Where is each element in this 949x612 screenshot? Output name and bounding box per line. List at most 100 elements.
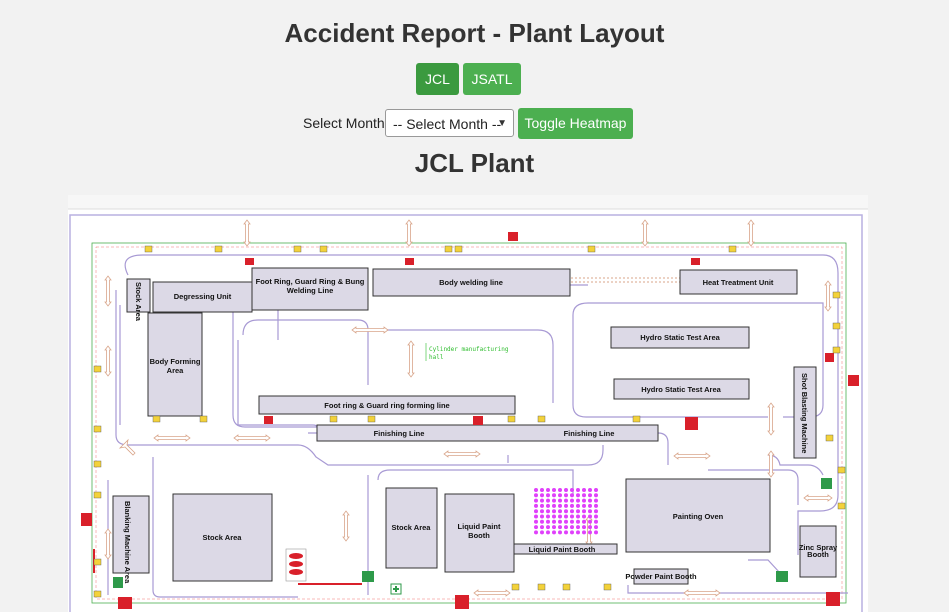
area-label: Body Forming xyxy=(150,357,201,366)
fire-extinguisher-icon xyxy=(245,258,254,265)
chevron-down-icon: ▼ xyxy=(497,118,507,129)
area-degressing-unit[interactable]: Degressing Unit xyxy=(152,281,253,313)
paint-rack-dot xyxy=(540,488,544,492)
safety-marker-icon xyxy=(93,558,102,566)
paint-rack-dot xyxy=(540,525,544,530)
paint-rack-dot xyxy=(552,503,556,508)
safety-marker-icon xyxy=(587,245,596,253)
paint-rack-dot xyxy=(564,503,568,508)
safety-marker-icon xyxy=(728,245,737,253)
area-stock-left-vertical[interactable]: Stock Area xyxy=(126,278,151,322)
paint-rack-dot xyxy=(588,493,592,498)
paint-rack-dot xyxy=(546,514,550,519)
plant-layout-map[interactable]: Stock Area Degressing Unit Foot Ring, Gu… xyxy=(68,195,868,612)
area-zinc-spray-booth[interactable]: Zinc Spray Booth xyxy=(799,525,838,578)
paint-rack-dot xyxy=(564,530,568,535)
paint-rack-dot xyxy=(558,525,562,530)
paint-rack-dot xyxy=(588,519,592,524)
area-hydro-test-1[interactable]: Hydro Static Test Area xyxy=(610,326,750,349)
area-label: Body welding line xyxy=(439,278,503,287)
plant-button-jsatl[interactable]: JSATL xyxy=(463,63,521,95)
paint-rack-dot xyxy=(588,498,592,503)
safety-marker-icon xyxy=(93,425,102,433)
paint-rack-dot xyxy=(558,493,562,498)
safety-marker-icon xyxy=(444,245,453,253)
area-liquid-paint-booth-strip[interactable]: Liquid Paint Booth xyxy=(513,543,618,555)
paint-rack-dot xyxy=(576,493,580,498)
safety-marker-icon xyxy=(562,583,571,591)
fire-extinguisher-icon xyxy=(826,592,840,606)
month-label: Select Month: xyxy=(303,115,389,131)
paint-rack-dot xyxy=(594,503,598,508)
month-select[interactable]: -- Select Month -- ▼ xyxy=(385,109,514,137)
area-label: Area xyxy=(167,366,185,375)
paint-rack-dot xyxy=(582,498,586,503)
paint-rack-dot xyxy=(540,519,544,524)
safety-marker-icon xyxy=(832,291,841,299)
paint-rack-dot xyxy=(576,498,580,503)
paint-rack-dot xyxy=(594,530,598,535)
area-label: Booth xyxy=(807,550,829,559)
paint-rack-dot xyxy=(594,488,598,492)
paint-rack-dot xyxy=(552,530,556,535)
paint-rack-dot xyxy=(576,509,580,514)
safety-marker-icon xyxy=(837,466,846,474)
plant-layout-svg: Stock Area Degressing Unit Foot Ring, Gu… xyxy=(68,195,868,612)
area-heat-treatment[interactable]: Heat Treatment Unit xyxy=(679,269,798,295)
paint-rack-dot xyxy=(558,488,562,492)
paint-rack-dot xyxy=(588,530,592,535)
area-label: Painting Oven xyxy=(673,512,724,521)
area-foot-ring-forming[interactable]: Foot ring & Guard ring forming line xyxy=(258,395,516,415)
area-stock-mid[interactable]: Stock Area xyxy=(385,487,438,569)
paint-rack-dot xyxy=(546,530,550,535)
safety-marker-icon xyxy=(319,245,328,253)
area-label: Foot ring & Guard ring forming line xyxy=(324,401,449,410)
fire-extinguisher-icon xyxy=(473,416,483,425)
paint-rack-dot xyxy=(570,519,574,524)
paint-rack-dot xyxy=(552,509,556,514)
paint-rack-dot xyxy=(540,503,544,508)
paint-rack-dot xyxy=(546,488,550,492)
paint-rack-dot xyxy=(570,525,574,530)
area-blanking-machine[interactable]: Blanking Machine Area xyxy=(112,495,150,584)
area-label: Powder Paint Booth xyxy=(625,572,697,581)
toggle-heatmap-button[interactable]: Toggle Heatmap xyxy=(518,108,633,139)
fire-extinguisher-icon xyxy=(455,595,469,609)
area-body-welding-line[interactable]: Body welding line xyxy=(372,268,571,297)
area-label: Blanking Machine Area xyxy=(123,501,132,584)
area-body-forming[interactable]: Body Forming Area xyxy=(147,312,203,417)
area-hydro-test-2[interactable]: Hydro Static Test Area xyxy=(613,378,750,400)
area-label: Stock Area xyxy=(392,523,432,532)
paint-rack-dot xyxy=(582,503,586,508)
area-label: Degressing Unit xyxy=(174,292,232,301)
fire-extinguisher-icon xyxy=(508,232,518,241)
paint-rack-dot xyxy=(552,488,556,492)
area-finishing-line[interactable]: Finishing Line Finishing Line xyxy=(316,424,659,442)
area-stock-big[interactable]: Stock Area xyxy=(172,493,273,582)
paint-rack-dot xyxy=(564,525,568,530)
month-select-value: -- Select Month -- xyxy=(393,116,502,132)
area-foot-ring-welding[interactable]: Foot Ring, Guard Ring & Bung Welding Lin… xyxy=(251,267,369,311)
paint-rack-dot xyxy=(594,498,598,503)
area-label: Hydro Static Test Area xyxy=(640,333,720,342)
area-shot-blasting[interactable]: Shot Blasting Machine xyxy=(793,366,817,459)
plant-button-jcl[interactable]: JCL xyxy=(416,63,459,95)
fire-extinguisher-icon xyxy=(685,417,698,430)
area-liquid-paint-booth[interactable]: Liquid Paint Booth xyxy=(444,493,515,573)
paint-rack-dot xyxy=(534,498,538,503)
page-title: Accident Report - Plant Layout xyxy=(284,18,665,48)
area-label: Cylinder manufacturing xyxy=(429,346,509,353)
paint-rack-dot xyxy=(582,509,586,514)
paint-rack-dot xyxy=(564,509,568,514)
safety-marker-icon xyxy=(537,415,546,423)
area-label: Liquid Paint xyxy=(458,522,501,531)
area-painting-oven[interactable]: Painting Oven xyxy=(625,478,771,553)
paint-rack-dot xyxy=(558,530,562,535)
paint-rack-dot xyxy=(540,509,544,514)
paint-rack-dot xyxy=(546,493,550,498)
paint-rack-dot xyxy=(570,509,574,514)
safety-marker-icon xyxy=(507,415,516,423)
paint-rack-dot xyxy=(582,530,586,535)
area-label: Liquid Paint Booth xyxy=(529,545,596,554)
area-powder-paint-booth[interactable]: Powder Paint Booth xyxy=(625,568,697,585)
